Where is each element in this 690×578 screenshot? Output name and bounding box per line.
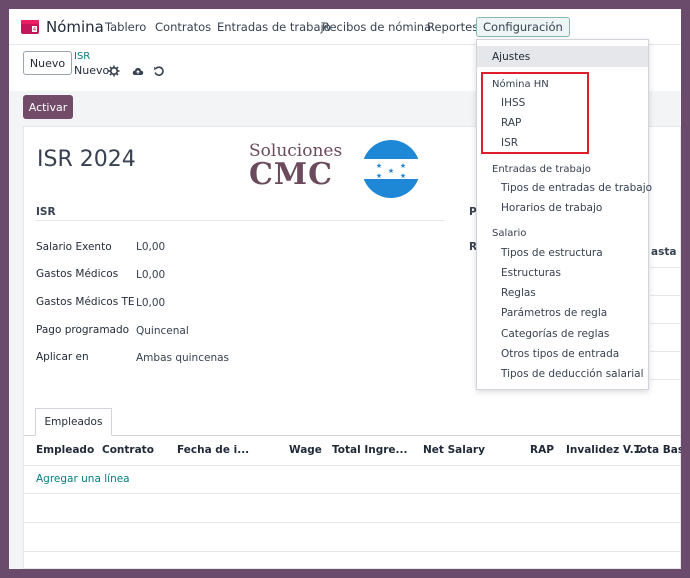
highlight-box <box>481 72 589 154</box>
menu-item-ajustes[interactable]: Ajustes <box>477 46 648 67</box>
svg-text:★: ★ <box>376 162 382 170</box>
menu-reportes[interactable]: Reportes <box>427 20 478 34</box>
tabs-divider <box>24 435 681 436</box>
svg-text:4: 4 <box>33 27 36 33</box>
right-table-row-line <box>650 267 681 268</box>
menu-configuracion[interactable]: Configuración <box>476 17 570 37</box>
column-header-net-salary[interactable]: Net Salary <box>423 444 485 456</box>
company-logo: Soluciones CMC <box>249 143 342 190</box>
menu-entradas-trabajo[interactable]: Entradas de trabajo <box>217 20 331 34</box>
breadcrumb-current: Nuevo <box>74 64 110 77</box>
payroll-app-icon[interactable]: 4 <box>21 20 39 34</box>
menu-recibos-nomina[interactable]: Recibos de nómina <box>322 20 431 34</box>
undo-icon[interactable] <box>153 65 165 77</box>
field-aplicar-en[interactable]: Ambas quincenas <box>136 352 229 364</box>
menu-item-estructuras[interactable]: Estructuras <box>501 267 561 279</box>
menu-item-tipos-estructura[interactable]: Tipos de estructura <box>501 247 603 259</box>
right-table-row-line <box>650 323 681 324</box>
right-table-row-line <box>650 379 681 380</box>
menu-item-tipos-entradas-trabajo[interactable]: Tipos de entradas de trabajo <box>501 182 652 194</box>
table-row-line <box>24 551 681 552</box>
menu-contratos[interactable]: Contratos <box>155 20 211 34</box>
svg-text:★: ★ <box>376 172 382 180</box>
column-header-rap[interactable]: RAP <box>530 444 554 456</box>
section-divider <box>36 220 444 221</box>
tab-empleados[interactable]: Empleados <box>35 408 112 436</box>
field-label-aplicar-en: Aplicar en <box>36 351 89 363</box>
field-gastos-medicos-te[interactable]: L0,00 <box>136 297 165 309</box>
menu-item-parametros-regla[interactable]: Parámetros de regla <box>501 307 607 319</box>
table-row-line <box>24 493 681 494</box>
app-brand[interactable]: Nómina <box>46 18 104 36</box>
record-title[interactable]: ISR 2024 <box>37 147 136 172</box>
cloud-save-icon[interactable] <box>132 65 144 77</box>
column-header-wage[interactable]: Wage <box>289 444 322 456</box>
right-table-row-line <box>650 351 681 352</box>
right-table-row-line <box>650 295 681 296</box>
column-header-contrato[interactable]: Contrato <box>102 444 154 456</box>
new-button[interactable]: Nuevo <box>23 51 72 75</box>
menu-group-entradas-trabajo: Entradas de trabajo <box>492 164 591 175</box>
menu-item-categorias-reglas[interactable]: Categorías de reglas <box>501 328 609 340</box>
gear-icon[interactable] <box>108 65 120 77</box>
field-label-gastos-medicos-te: Gastos Médicos TE <box>36 296 135 308</box>
field-label-salario-exento: Salario Exento <box>36 241 112 253</box>
column-header-total-ingresos[interactable]: Total Ingre... <box>332 444 408 456</box>
svg-text:★: ★ <box>388 167 394 175</box>
section-isr-heading: ISR <box>36 206 56 218</box>
menu-item-reglas[interactable]: Reglas <box>501 287 536 299</box>
breadcrumb-parent[interactable]: ISR <box>74 51 90 62</box>
column-header-invalidez[interactable]: Invalidez V... <box>566 444 642 456</box>
field-label-gastos-medicos: Gastos Médicos <box>36 268 119 280</box>
add-line-link[interactable]: Agregar una línea <box>36 473 130 485</box>
field-pago-programado[interactable]: Quincenal <box>136 325 189 337</box>
menu-item-tipos-deduccion-salarial[interactable]: Tipos de deducción salarial <box>501 368 644 380</box>
column-header-empleado[interactable]: Empleado <box>36 444 94 456</box>
svg-text:★: ★ <box>400 172 406 180</box>
menu-group-salario: Salario <box>492 228 527 239</box>
menu-tablero[interactable]: Tablero <box>105 20 146 34</box>
logo-line-2: CMC <box>249 157 333 192</box>
honduras-flag-icon: ★ ★ ★ ★ ★ <box>362 140 420 198</box>
menu-item-horarios-trabajo[interactable]: Horarios de trabajo <box>501 202 602 214</box>
svg-text:★: ★ <box>400 162 406 170</box>
field-label-pago-programado: Pago programado <box>36 324 130 336</box>
menu-item-otros-tipos-entrada[interactable]: Otros tipos de entrada <box>501 348 619 360</box>
table-row-line <box>24 465 681 466</box>
field-gastos-medicos[interactable]: L0,00 <box>136 269 165 281</box>
hasta-column-header: asta <box>651 246 677 258</box>
app-window: 4 Nómina Tablero Contratos Entradas de t… <box>9 9 681 569</box>
table-row-line <box>24 522 681 523</box>
activate-button[interactable]: Activar <box>23 95 73 119</box>
column-header-fecha[interactable]: Fecha de i... <box>177 444 249 456</box>
column-header-total-base[interactable]: Tota Base <box>634 444 681 456</box>
field-salario-exento[interactable]: L0,00 <box>136 241 165 253</box>
